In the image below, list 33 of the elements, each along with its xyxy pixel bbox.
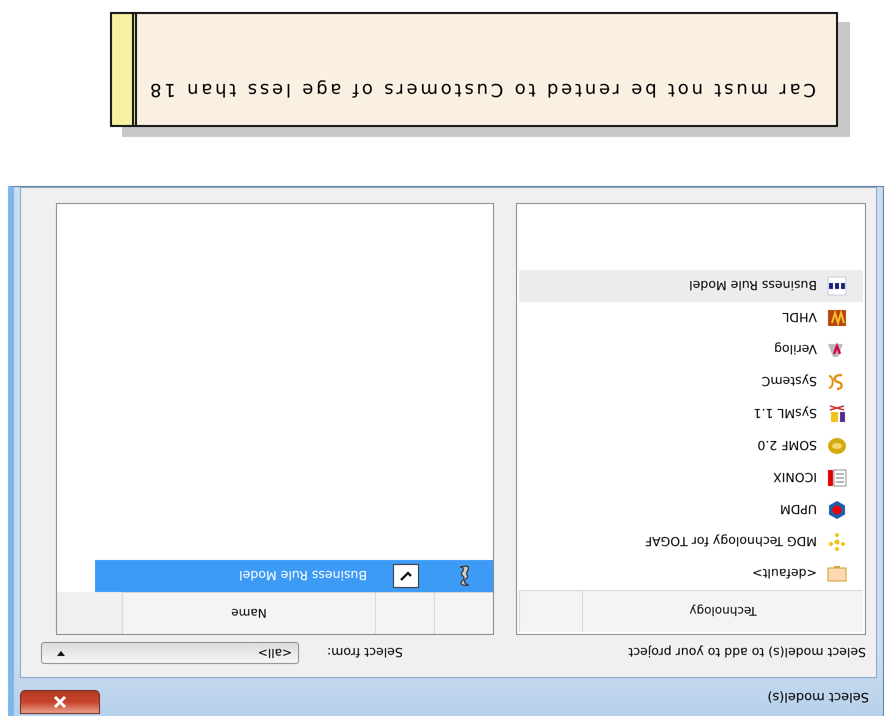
technology-item[interactable]: VHDL <box>519 302 863 334</box>
technology-icon <box>827 532 847 552</box>
column-header[interactable] <box>434 592 493 634</box>
instruction-text: Select model(s) to add to your project <box>627 646 866 660</box>
dropdown-arrow-icon <box>56 650 66 656</box>
technology-item[interactable]: SysML 1.1 <box>519 398 863 430</box>
technology-item[interactable]: ICONIX <box>519 462 863 494</box>
technology-item[interactable]: MDG Technology for TOGAF <box>519 526 863 558</box>
technology-icon <box>827 500 847 520</box>
column-header[interactable] <box>519 590 582 632</box>
note-text: Car must not be rented to Customers of age less than 18 <box>146 78 817 102</box>
column-header[interactable]: Name <box>122 592 375 634</box>
column-header[interactable]: Technology <box>582 590 863 632</box>
technology-item[interactable]: SystemC <box>519 366 863 398</box>
technology-icon <box>827 276 847 296</box>
technology-item[interactable]: UPDM <box>519 494 863 526</box>
close-button[interactable] <box>20 690 100 714</box>
technology-icon <box>827 468 847 488</box>
select-from-label: Select from: <box>327 646 403 660</box>
technology-item[interactable]: Verilog <box>519 334 863 366</box>
checkmark-icon <box>400 571 412 581</box>
technology-icon <box>827 436 847 456</box>
technology-item[interactable]: <default> <box>519 558 863 590</box>
technology-item[interactable]: SOMF 2.0 <box>519 430 863 462</box>
select-from-dropdown[interactable]: <all> <box>41 642 299 664</box>
technology-icon <box>827 308 847 328</box>
window-title: Select model(s) <box>767 690 869 704</box>
technology-icon <box>827 564 847 584</box>
model-name: Business Rule Model <box>239 568 368 584</box>
close-icon <box>51 695 69 709</box>
technology-item[interactable]: Business Rule Model <box>519 270 863 302</box>
checkbox[interactable] <box>393 564 419 588</box>
technology-icon <box>827 404 847 424</box>
